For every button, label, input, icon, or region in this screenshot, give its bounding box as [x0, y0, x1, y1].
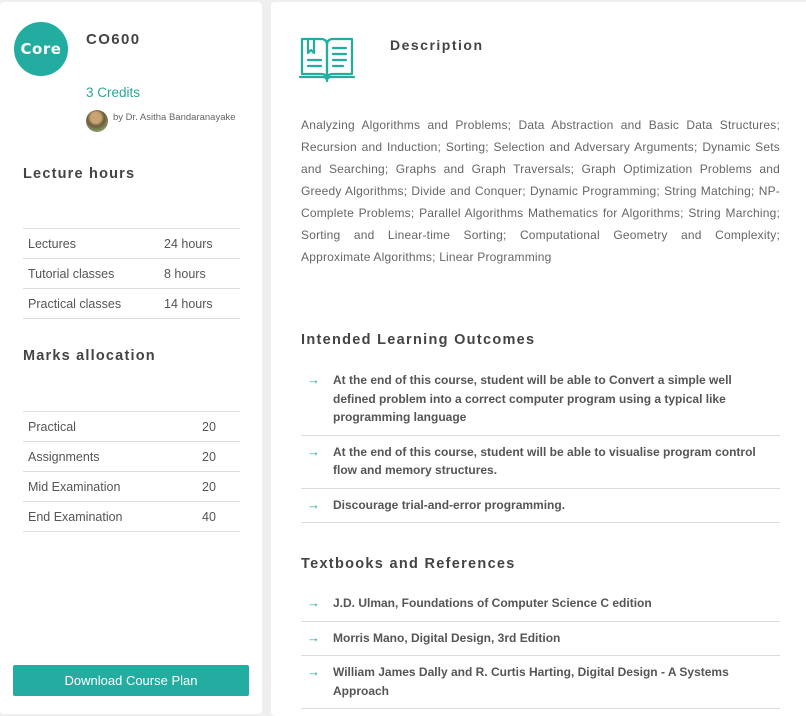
arrow-right-icon: →	[307, 629, 320, 645]
row-value: 20	[202, 411, 240, 442]
list-item: → William James Dally and R. Curtis Hart…	[301, 656, 780, 709]
core-badge: Core	[14, 22, 68, 76]
course-credits: 3 Credits	[86, 85, 141, 100]
arrow-right-icon: →	[307, 664, 320, 679]
download-course-plan-button[interactable]: Download Course Plan	[13, 665, 249, 696]
row-label: Practical	[23, 411, 202, 442]
row-value: 8 hours	[164, 258, 240, 289]
lecturer-avatar	[86, 110, 108, 132]
open-book-icon	[299, 37, 355, 83]
course-sidebar: Core CO600 3 Credits by Dr. Asitha Banda…	[0, 2, 262, 714]
table-row: End Examination 40	[23, 501, 240, 532]
learning-outcomes-list: → At the end of this course, student wil…	[301, 364, 780, 523]
table-row: Assignments 20	[23, 441, 240, 472]
table-row: Lectures 24 hours	[23, 228, 240, 259]
row-value: 40	[202, 501, 240, 532]
course-details: Description Analyzing Algorithms and Pro…	[271, 2, 806, 716]
arrow-right-icon: →	[307, 595, 320, 610]
outcome-text: At the end of this course, student will …	[333, 373, 732, 424]
outcome-text: Discourage trial-and-error programming.	[333, 497, 566, 512]
row-label: End Examination	[23, 501, 202, 532]
arrow-right-icon: →	[307, 496, 320, 512]
list-item: → Discourage trial-and-error programming…	[301, 489, 780, 523]
textbooks-heading: Textbooks and References	[301, 556, 516, 572]
row-value: 24 hours	[164, 228, 240, 259]
lecture-hours-table: Lectures 24 hours Tutorial classes 8 hou…	[23, 228, 240, 319]
row-value: 14 hours	[164, 288, 240, 319]
textbook-text: J.D. Ulman, Foundations of Computer Scie…	[333, 596, 652, 610]
learning-outcomes-heading: Intended Learning Outcomes	[301, 332, 536, 348]
table-row: Mid Examination 20	[23, 471, 240, 502]
row-label: Practical classes	[23, 288, 164, 319]
textbook-text: Morris Mano, Digital Design, 3rd Edition	[333, 630, 561, 645]
textbook-text: William James Dally and R. Curtis Hartin…	[333, 665, 729, 698]
row-label: Lectures	[23, 228, 164, 259]
row-label: Mid Examination	[23, 471, 202, 502]
course-code: CO600	[86, 31, 141, 48]
table-row: Practical classes 14 hours	[23, 288, 240, 319]
outcome-text: At the end of this course, student will …	[333, 444, 756, 478]
row-value: 20	[202, 471, 240, 502]
table-row: Practical 20	[23, 411, 240, 442]
table-row: Tutorial classes 8 hours	[23, 258, 240, 289]
description-heading: Description	[390, 37, 484, 53]
list-item: → Morris Mano, Digital Design, 3rd Editi…	[301, 622, 780, 656]
list-item: → At the end of this course, student wil…	[301, 436, 780, 489]
row-value: 20	[202, 441, 240, 472]
marks-allocation-table: Practical 20 Assignments 20 Mid Examinat…	[23, 411, 240, 532]
arrow-right-icon: →	[307, 443, 320, 459]
row-label: Assignments	[23, 441, 202, 472]
textbooks-list: → J.D. Ulman, Foundations of Computer Sc…	[301, 587, 780, 709]
course-description: Analyzing Algorithms and Problems; Data …	[301, 118, 780, 264]
lecturer-name: by Dr. Asitha Bandaranayake	[113, 112, 236, 123]
arrow-right-icon: →	[307, 372, 320, 387]
lecture-hours-heading: Lecture hours	[23, 166, 136, 182]
list-item: → At the end of this course, student wil…	[301, 364, 780, 436]
row-label: Tutorial classes	[23, 258, 164, 289]
list-item: → J.D. Ulman, Foundations of Computer Sc…	[301, 587, 780, 622]
marks-allocation-heading: Marks allocation	[23, 348, 156, 364]
